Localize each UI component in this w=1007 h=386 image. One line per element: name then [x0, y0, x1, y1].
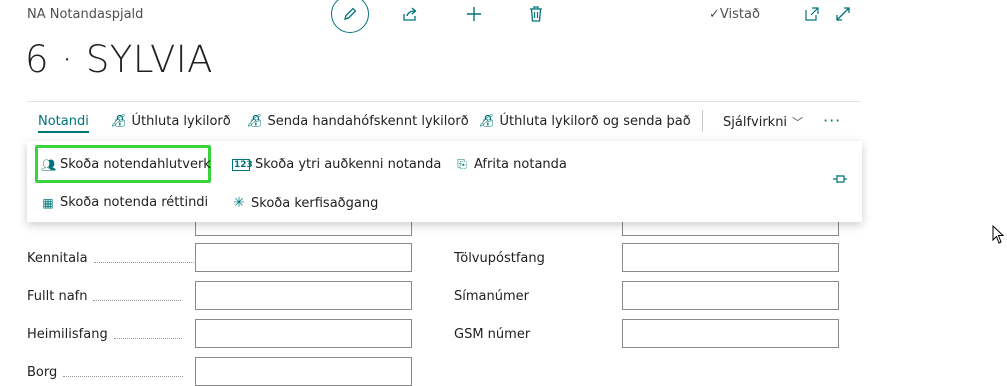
actions-dropdown: 👥︎ Skoða notendahlutverk 123 Skoða ytri au…	[27, 141, 862, 222]
plus-icon	[467, 7, 481, 21]
field-label-email: Tölvupóstfang	[454, 251, 545, 266]
address-input[interactable]	[195, 319, 412, 348]
label-text: GSM númer	[454, 327, 531, 342]
menu-item-copy-user[interactable]: ⎘ Afrita notanda	[455, 157, 567, 172]
asterisk-icon: ✳	[233, 195, 245, 211]
label-text: Fullt nafn	[27, 289, 88, 304]
menu-item-label: Skoða ytri auðkenni notanda	[255, 157, 442, 172]
leader-dots	[93, 262, 200, 263]
menu-item-label: Skoða notenda réttindi	[60, 195, 209, 210]
menu-item-user-permissions[interactable]: ▦ Skoða notenda réttindi	[41, 195, 208, 210]
label-text: Kennitala	[27, 251, 88, 266]
new-button[interactable]	[462, 2, 486, 26]
open-new-window-button[interactable]	[800, 2, 824, 26]
assign-and-send-password-label: Úthluta lykilorð og senda það	[499, 114, 691, 129]
label-text: Símanúmer	[454, 289, 529, 304]
trash-icon	[530, 6, 542, 22]
label-text: Tölvupóstfang	[454, 251, 545, 266]
leader-dots	[93, 300, 182, 301]
user-group-icon: 👥︎	[41, 157, 57, 172]
menu-item-system-access[interactable]: ✳ Skoða kerfisaðgang	[232, 195, 378, 211]
send-random-password-button[interactable]: 🔏︎ Senda handahófskennt lykilorð	[246, 114, 469, 129]
send-random-password-label: Senda handahófskennt lykilorð	[267, 114, 469, 129]
field-label-phone: Símanúmer	[454, 289, 529, 304]
page-title: 6 · SYLVIA	[25, 38, 213, 81]
delete-button[interactable]	[524, 2, 548, 26]
menu-item-label: Skoða notendahlutverk	[60, 157, 211, 172]
share-button[interactable]	[398, 2, 422, 26]
chevron-down-icon: ﹀	[792, 116, 804, 129]
menu-item-label: Afrita notanda	[474, 157, 567, 172]
action-bar: Notandi 🔏︎ Úthluta lykilorð 🔏︎ Senda handa…	[27, 101, 860, 142]
leader-dots	[63, 376, 184, 377]
tab-notandi[interactable]: Notandi	[38, 114, 89, 133]
leader-dots	[113, 338, 182, 339]
field-label-borg: Borg	[27, 365, 184, 380]
pin-icon[interactable]	[832, 173, 848, 189]
mouse-cursor-icon	[992, 224, 1005, 249]
field-label-kennitala: Kennitala	[27, 251, 200, 266]
field-label-heimilisfang: Heimilisfang	[27, 327, 182, 342]
action-separator	[702, 110, 703, 132]
expand-icon	[836, 7, 850, 21]
assign-and-send-password-button[interactable]: 🔏︎ Úthluta lykilorð og senda það	[478, 114, 691, 129]
city-input[interactable]	[195, 357, 412, 386]
assign-password-button[interactable]: 🔏︎ Úthluta lykilorð	[110, 114, 231, 129]
label-text: Borg	[27, 365, 58, 380]
phone-input[interactable]	[622, 281, 839, 310]
table-grid-icon: ▦	[42, 195, 54, 210]
label-text: Heimilisfang	[27, 327, 108, 342]
more-actions-button[interactable]: ···	[823, 111, 841, 130]
menu-item-external-ids[interactable]: 123 Skoða ytri auðkenni notanda	[232, 157, 441, 172]
number-icon: 123	[232, 158, 253, 171]
email-input[interactable]	[622, 243, 839, 272]
saved-status: ✓Vistað	[709, 7, 760, 22]
full-name-input[interactable]	[195, 281, 412, 310]
menu-item-user-roles[interactable]: 👥︎ Skoða notendahlutverk	[41, 157, 211, 172]
field-label-mobile: GSM númer	[454, 327, 530, 342]
lock-key-icon: 🔏︎	[110, 114, 127, 129]
automation-label: Sjálfvirkni	[723, 114, 788, 130]
copy-icon: ⎘	[457, 157, 467, 171]
checkmark-icon: ✓	[709, 7, 720, 22]
assign-password-label: Úthluta lykilorð	[131, 114, 231, 129]
kennitala-input[interactable]	[195, 243, 412, 272]
pencil-icon	[344, 7, 357, 20]
open-new-window-icon	[805, 7, 819, 21]
page-caption: NA Notandaspjald	[27, 7, 144, 22]
edit-button[interactable]	[331, 0, 369, 33]
mobile-input[interactable]	[622, 319, 839, 348]
lock-key-icon: 🔏︎	[478, 114, 495, 129]
saved-label: Vistað	[719, 7, 760, 22]
field-label-fullt-nafn: Fullt nafn	[27, 289, 182, 304]
share-icon	[403, 7, 417, 21]
menu-item-label: Skoða kerfisaðgang	[251, 195, 379, 211]
automation-menu[interactable]: Sjálfvirkni ﹀	[723, 114, 803, 130]
expand-button[interactable]	[831, 2, 855, 26]
lock-key-icon: 🔏︎	[246, 114, 263, 129]
